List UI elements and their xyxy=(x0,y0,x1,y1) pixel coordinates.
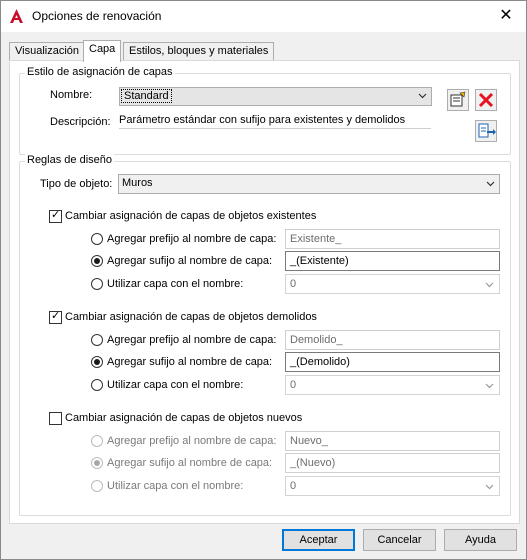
description-label: Descripción: xyxy=(50,116,111,128)
tab-estilos[interactable]: Estilos, bloques y materiales xyxy=(123,42,275,61)
demolished-suffix-label: Agregar sufijo al nombre de capa: xyxy=(107,356,273,368)
demolished-prefix-label: Agregar prefijo al nombre de capa: xyxy=(107,334,277,346)
cancel-button[interactable]: Cancelar xyxy=(363,529,436,551)
demolished-suffix-input[interactable]: _(Demolido) xyxy=(285,352,500,372)
style-description: Parámetro estándar con sufijo para exist… xyxy=(119,114,431,129)
design-rules-group-title: Reglas de diseño xyxy=(25,154,115,166)
style-name-value: Standard xyxy=(121,89,172,103)
demolished-prefix-value: Demolido_ xyxy=(290,334,343,346)
chevron-down-icon xyxy=(485,383,494,389)
tab-strip: Visualización Capa Estilos, bloques y ma… xyxy=(9,40,519,62)
new-objects-checkbox[interactable] xyxy=(49,412,62,425)
radio-selected-dot xyxy=(94,359,100,365)
existing-objects-label: Cambiar asignación de capas de objetos e… xyxy=(65,210,317,222)
new-suffix-value: _(Nuevo) xyxy=(290,457,336,469)
close-icon[interactable]: ✕ xyxy=(496,6,516,26)
title-bar: Opciones de renovación ✕ xyxy=(1,1,526,32)
chevron-down-icon xyxy=(485,484,494,490)
new-use-layer-select[interactable]: 0 xyxy=(285,476,500,496)
existing-prefix-radio[interactable] xyxy=(91,233,103,245)
existing-suffix-input[interactable]: _(Existente) xyxy=(285,251,500,271)
demolished-use-layer-select[interactable]: 0 xyxy=(285,375,500,395)
new-use-layer-label: Utilizar capa con el nombre: xyxy=(107,480,244,492)
new-suffix-input[interactable]: _(Nuevo) xyxy=(285,453,500,473)
demolished-objects-label: Cambiar asignación de capas de objetos d… xyxy=(65,311,317,323)
new-prefix-input[interactable]: Nuevo_ xyxy=(285,431,500,451)
existing-use-layer-value: 0 xyxy=(290,278,297,290)
new-objects-label: Cambiar asignación de capas de objetos n… xyxy=(65,412,303,424)
import-style-button[interactable] xyxy=(475,120,497,142)
object-type-select[interactable]: Muros xyxy=(118,174,500,194)
demolished-suffix-radio[interactable] xyxy=(91,356,103,368)
style-name-select[interactable]: Standard xyxy=(119,87,432,106)
tab-capa[interactable]: Capa xyxy=(83,40,122,62)
new-use-layer-value: 0 xyxy=(290,480,297,492)
checkmark-icon: ✓ xyxy=(51,209,61,221)
edit-style-icon xyxy=(450,91,466,107)
existing-suffix-radio[interactable] xyxy=(91,255,103,267)
demolished-use-layer-label: Utilizar capa con el nombre: xyxy=(107,379,244,391)
existing-use-layer-radio[interactable] xyxy=(91,278,103,290)
object-type-value: Muros xyxy=(122,177,153,189)
window-title: Opciones de renovación xyxy=(32,9,162,23)
chevron-down-icon xyxy=(485,282,494,288)
demolished-use-layer-value: 0 xyxy=(290,379,297,391)
demolished-prefix-input[interactable]: Demolido_ xyxy=(285,330,500,350)
chevron-down-icon xyxy=(418,93,427,99)
new-prefix-label: Agregar prefijo al nombre de capa: xyxy=(107,435,277,447)
edit-style-button[interactable] xyxy=(447,89,469,111)
existing-use-layer-select[interactable]: 0 xyxy=(285,274,500,294)
dialog-window: Opciones de renovación ✕ Visualización C… xyxy=(0,0,527,560)
demolished-use-layer-radio[interactable] xyxy=(91,379,103,391)
radio-selected-dot xyxy=(94,258,100,264)
autocad-logo-icon xyxy=(10,9,23,23)
delete-style-button[interactable] xyxy=(475,89,497,111)
demolished-objects-checkbox[interactable]: ✓ xyxy=(49,310,62,324)
new-suffix-radio[interactable] xyxy=(91,457,103,469)
existing-objects-checkbox[interactable]: ✓ xyxy=(49,209,62,223)
existing-suffix-value: _(Existente) xyxy=(290,255,349,267)
tab-panel-capa: Estilo de asignación de capas Nombre: St… xyxy=(9,60,520,524)
existing-prefix-input[interactable]: Existente_ xyxy=(285,229,500,249)
new-prefix-radio[interactable] xyxy=(91,435,103,447)
tab-visualizacion[interactable]: Visualización xyxy=(9,42,86,61)
chevron-down-icon xyxy=(486,181,495,187)
layer-style-group-title: Estilo de asignación de capas xyxy=(25,66,175,78)
help-button[interactable]: Ayuda xyxy=(444,529,517,551)
delete-icon xyxy=(478,92,494,108)
existing-prefix-value: Existente_ xyxy=(290,233,342,245)
new-use-layer-radio[interactable] xyxy=(91,480,103,492)
demolished-suffix-value: _(Demolido) xyxy=(290,356,350,368)
new-prefix-value: Nuevo_ xyxy=(290,435,328,447)
new-suffix-label: Agregar sufijo al nombre de capa: xyxy=(107,457,273,469)
import-icon xyxy=(478,123,496,138)
existing-suffix-label: Agregar sufijo al nombre de capa: xyxy=(107,255,273,267)
existing-use-layer-label: Utilizar capa con el nombre: xyxy=(107,278,244,290)
existing-prefix-label: Agregar prefijo al nombre de capa: xyxy=(107,233,277,245)
object-type-label: Tipo de objeto: xyxy=(40,178,113,190)
radio-selected-dot xyxy=(94,460,100,466)
checkmark-icon: ✓ xyxy=(51,310,61,322)
accept-button[interactable]: Aceptar xyxy=(282,529,355,551)
demolished-prefix-radio[interactable] xyxy=(91,334,103,346)
name-label: Nombre: xyxy=(50,89,93,101)
